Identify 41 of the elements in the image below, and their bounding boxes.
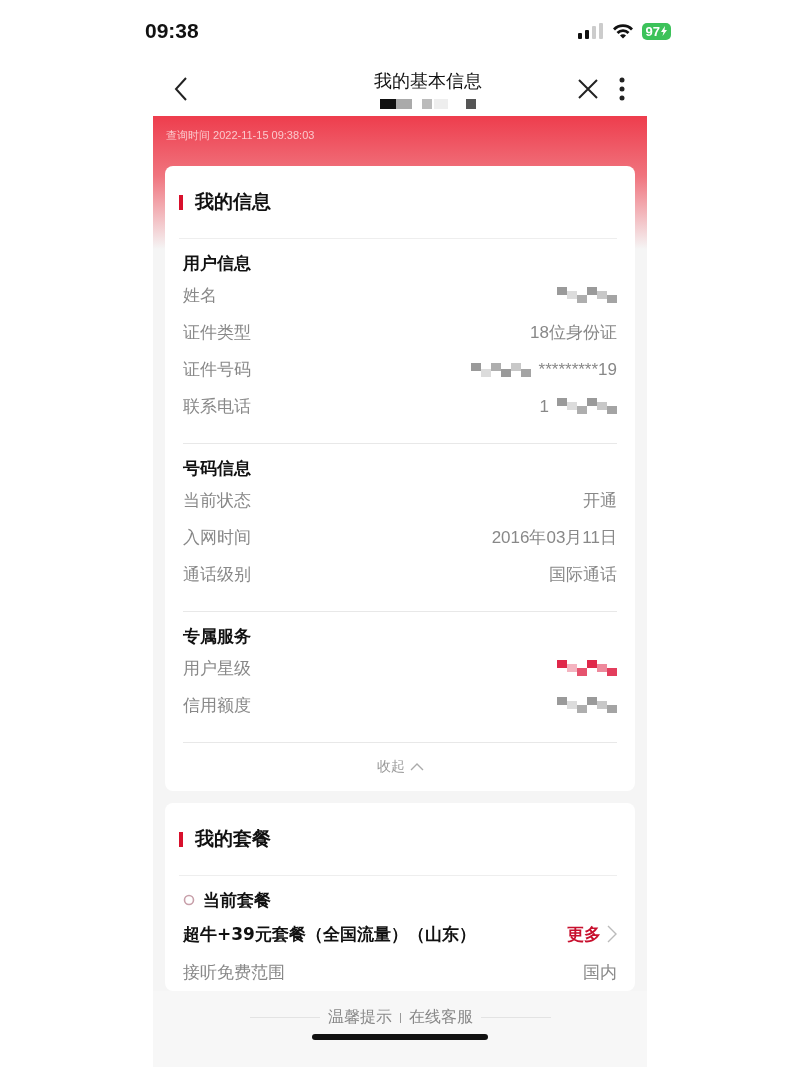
wifi-icon <box>611 23 634 39</box>
row-label: 通话级别 <box>183 563 251 586</box>
chevron-up-icon <box>409 763 424 771</box>
footer-link[interactable]: 在线客服 <box>408 1007 473 1028</box>
card-title: 我的信息 <box>195 189 271 214</box>
more-icon[interactable] <box>619 77 625 101</box>
row-label: 用户星级 <box>183 657 251 680</box>
row-label: 姓名 <box>183 284 217 307</box>
card-title: 我的套餐 <box>195 826 271 851</box>
row-value: 1 <box>539 396 549 417</box>
group-title: 用户信息 <box>183 252 252 275</box>
page-title: 我的基本信息 <box>374 69 482 93</box>
circle-icon <box>183 894 195 906</box>
collapse-button[interactable]: 收起 <box>370 743 430 791</box>
row-label: 入网时间 <box>183 526 251 549</box>
status-time: 09:38 <box>145 19 199 43</box>
row-value: 开通 <box>583 490 617 512</box>
close-icon[interactable] <box>577 78 599 100</box>
row-value: 18位身份证 <box>530 322 617 344</box>
plan-name: 超牛+39元套餐（全国流量）（山东） <box>183 922 476 946</box>
chevron-right-icon <box>607 925 617 943</box>
row-value: 国内 <box>583 962 617 984</box>
query-time: 查询时间 2022-11-15 09:38:03 <box>166 129 315 141</box>
row-value: *********19 <box>538 359 617 380</box>
row-label: 证件号码 <box>183 358 251 381</box>
row-label: 接听免费范围 <box>183 961 285 984</box>
row-value: 2016年03月11日 <box>491 527 617 549</box>
back-icon[interactable] <box>173 76 189 102</box>
footer-link[interactable]: 温馨提示 <box>327 1007 392 1028</box>
group-title: 专属服务 <box>183 625 252 648</box>
more-link[interactable]: 更多 <box>567 922 617 946</box>
section-title: 当前套餐 <box>203 889 271 912</box>
row-label: 信用额度 <box>183 694 251 717</box>
row-label: 联系电话 <box>183 395 251 418</box>
battery-level: 97 <box>641 22 671 40</box>
row-label: 当前状态 <box>183 489 251 512</box>
row-label: 证件类型 <box>183 321 251 344</box>
charging-icon <box>661 26 667 36</box>
row-value: 国际通话 <box>549 564 617 586</box>
signal-icon <box>577 23 604 39</box>
group-title: 号码信息 <box>183 457 252 480</box>
